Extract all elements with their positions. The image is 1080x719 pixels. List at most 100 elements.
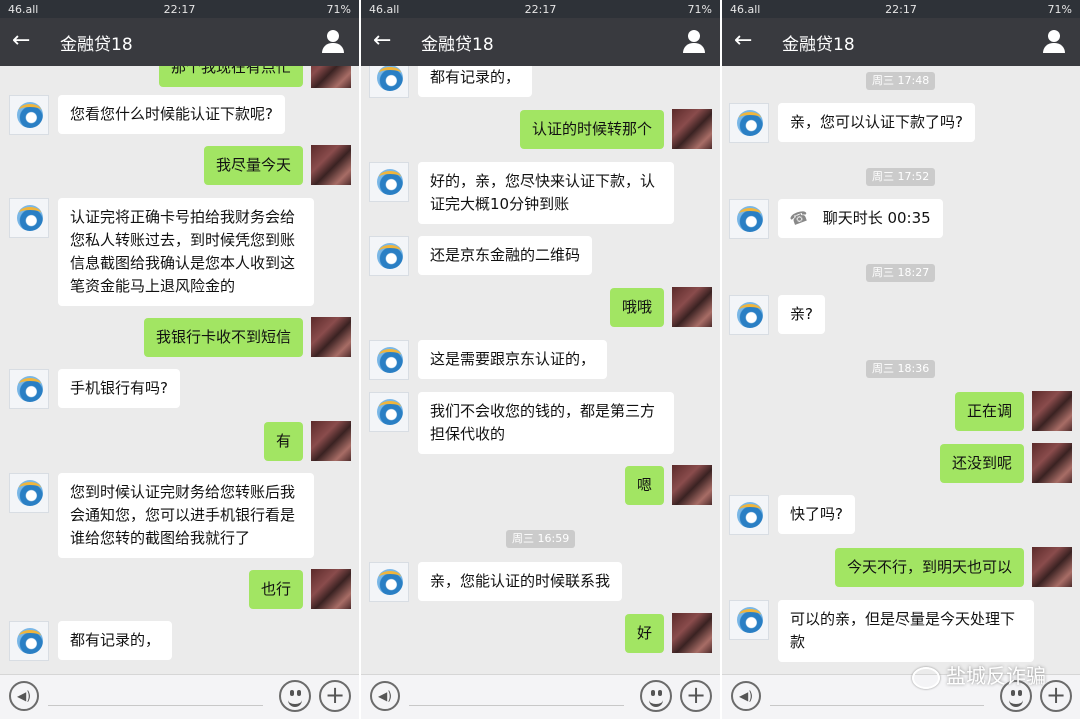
message-bubble[interactable]: 还是京东金融的二维码 [418,236,593,275]
timestamp: 周三 17:48 [866,72,936,90]
message-bubble[interactable]: 那个我现在有点忙 [158,66,303,87]
emoji-icon[interactable] [279,680,311,712]
message-bubble[interactable]: 好的，亲，您尽快来认证下款，认证完大概10分钟到账 [418,162,674,224]
voice-icon[interactable]: ◀) [9,681,39,711]
message-input[interactable] [48,705,263,706]
user-avatar[interactable] [1032,443,1072,483]
contact-avatar[interactable] [369,562,409,602]
message-bubble[interactable]: 嗯 [624,466,664,505]
status-time: 22:17 [163,3,196,16]
user-avatar[interactable] [311,145,351,185]
message-bubble[interactable]: 我银行卡收不到短信 [143,318,303,357]
message-input[interactable] [770,705,984,706]
user-avatar[interactable] [311,569,351,609]
message-bubble[interactable]: 认证完将正确卡号拍给我财务会给您私人转账过去，到时候凭您到账信息截图给我确认是您… [58,198,314,306]
status-bar: 46.all 22:17 71% [361,0,720,18]
contact-avatar[interactable] [9,369,49,409]
status-bar: 46.all 22:17 71% [0,0,359,18]
chat-header: ← 金融贷18 [0,18,359,66]
message-bubble[interactable]: 亲，您能认证的时候联系我 [418,562,623,601]
battery-indicator: 71% [326,3,351,16]
contact-avatar[interactable] [729,199,769,239]
watermark-text: 盐城反诈骗 [946,664,1046,688]
message-bubble[interactable]: 我尽量今天 [203,146,303,185]
message-bubble[interactable]: 还没到呢 [939,444,1024,483]
back-arrow-icon[interactable]: ← [12,26,30,56]
user-avatar[interactable] [672,465,712,505]
message-list[interactable]: 那个我现在有点忙 您看您什么时候能认证下款呢? 我尽量今天 认证完将正确卡号拍给… [0,66,359,675]
message-bubble[interactable]: 认证的时候转那个 [519,110,664,149]
user-avatar[interactable] [1032,391,1072,431]
call-duration: 聊天时长 00:35 [822,209,931,227]
wechat-icon [912,666,940,689]
status-time: 22:17 [524,3,557,16]
message-bubble[interactable]: 正在调 [954,392,1024,431]
message-bubble[interactable]: 也行 [248,570,303,609]
user-avatar[interactable] [311,421,351,461]
watermark: 盐城反诈骗 [912,660,1046,689]
contact-avatar[interactable] [729,103,769,143]
chat-header: ← 金融贷18 [722,18,1080,66]
voice-icon[interactable]: ◀) [731,681,761,711]
user-avatar[interactable] [672,287,712,327]
contact-avatar[interactable] [9,621,49,661]
message-bubble[interactable]: 哦哦 [609,288,664,327]
input-bar: ◀) + [0,674,359,719]
user-avatar[interactable] [672,109,712,149]
message-bubble[interactable]: 手机银行有吗? [58,369,180,408]
contact-avatar[interactable] [729,495,769,535]
message-bubble[interactable]: 今天不行，到明天也可以 [834,548,1024,587]
chat-title: 金融贷18 [421,35,494,55]
battery-indicator: 71% [1047,3,1072,16]
user-avatar[interactable] [1032,547,1072,587]
message-bubble[interactable]: 都有记录的， [58,621,173,660]
message-input[interactable] [409,705,624,706]
chat-screen-3: 46.all 22:17 71% ← 金融贷18 周三 17:48 亲，您可以认… [722,0,1080,719]
plus-icon[interactable]: + [319,680,351,712]
contact-avatar[interactable] [369,66,409,98]
chat-screen-1: 46.all 22:17 71% ← 金融贷18 那个我现在有点忙 您看您什么时… [0,0,359,719]
contact-avatar[interactable] [9,95,49,135]
user-avatar[interactable] [311,66,351,88]
message-bubble[interactable]: 您看您什么时候能认证下款呢? [58,95,285,134]
message-bubble[interactable]: 好 [624,614,664,653]
chat-header: ← 金融贷18 [361,18,720,66]
message-bubble[interactable]: 我们不会收您的钱的，都是第三方担保代收的 [418,392,674,454]
message-bubble[interactable]: 都有记录的， [418,66,533,97]
status-bar: 46.all 22:17 71% [722,0,1080,18]
message-bubble[interactable]: 这是需要跟京东认证的， [418,340,608,379]
back-arrow-icon[interactable]: ← [373,26,391,56]
message-bubble[interactable]: 您到时候认证完财务给您转账后我会通知您，您可以进手机银行看是谁给您转的截图给我就… [58,473,314,558]
contact-avatar[interactable] [729,600,769,640]
back-arrow-icon[interactable]: ← [734,26,752,56]
timestamp: 周三 17:52 [866,168,936,186]
message-bubble[interactable]: 可以的亲，但是尽量是今天处理下款 [778,600,1034,662]
user-avatar[interactable] [311,317,351,357]
emoji-icon[interactable] [640,680,672,712]
person-icon[interactable] [682,30,706,54]
person-icon[interactable] [321,30,345,54]
status-time: 22:17 [885,3,917,16]
contact-avatar[interactable] [369,236,409,276]
message-bubble[interactable]: 有 [263,422,303,461]
message-list[interactable]: 周三 17:48 亲，您可以认证下款了吗? 周三 17:52 ☎ 聊天时长 00:… [722,66,1080,675]
timestamp: 周三 18:36 [866,360,936,378]
call-record-bubble[interactable]: ☎ 聊天时长 00:35 [778,199,943,238]
voice-icon[interactable]: ◀) [370,681,400,711]
contact-avatar[interactable] [729,295,769,335]
message-bubble[interactable]: 快了吗? [778,495,855,534]
chat-screen-2: 46.all 22:17 71% ← 金融贷18 都有记录的， 认证的时候转那个… [361,0,720,719]
message-bubble[interactable]: 亲? [778,295,825,334]
person-icon[interactable] [1042,30,1066,54]
contact-avatar[interactable] [9,473,49,513]
message-list[interactable]: 都有记录的， 认证的时候转那个 好的，亲，您尽快来认证下款，认证完大概10分钟到… [361,66,720,675]
plus-icon[interactable]: + [680,680,712,712]
message-bubble[interactable]: 亲，您可以认证下款了吗? [778,103,975,142]
battery-indicator: 71% [687,3,712,16]
phone-icon: ☎ [787,206,812,230]
contact-avatar[interactable] [9,198,49,238]
contact-avatar[interactable] [369,392,409,432]
contact-avatar[interactable] [369,340,409,380]
contact-avatar[interactable] [369,162,409,202]
user-avatar[interactable] [672,613,712,653]
